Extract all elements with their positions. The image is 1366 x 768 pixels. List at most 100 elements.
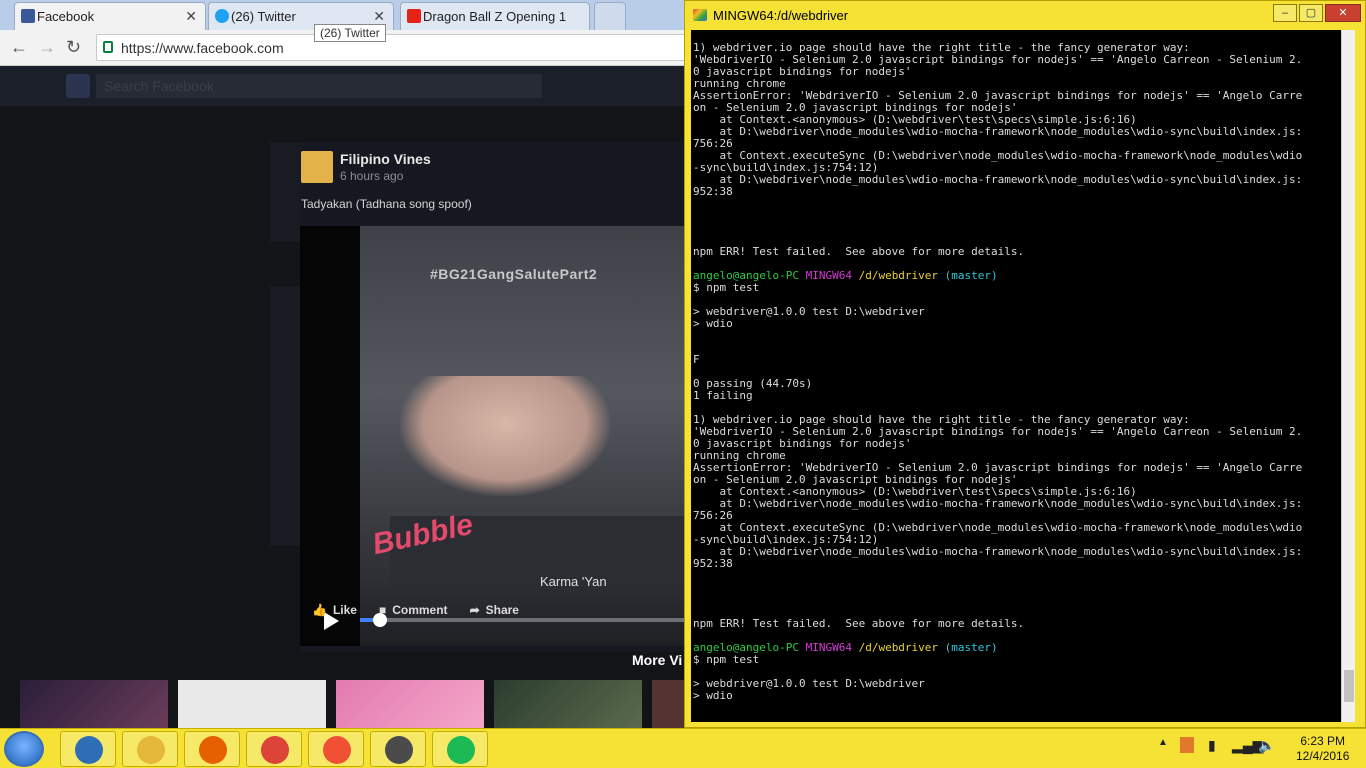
terminal-prompt: angelo@angelo-PC MINGW64 /d/webdriver (m… [693, 642, 1302, 654]
forward-arrow-icon[interactable]: → [38, 37, 56, 58]
scrollbar[interactable] [1341, 30, 1355, 722]
video-thumbnail[interactable] [652, 680, 684, 728]
terminal-line: $ npm test [693, 653, 760, 666]
video-frame: #BG21GangSalutePart2 Bubble Karma 'Yan [360, 226, 684, 646]
like-button[interactable]: 👍 Like [312, 600, 357, 620]
taskbar-firefox[interactable] [184, 731, 240, 767]
prompt-path: /d/webdriver [851, 269, 939, 282]
device-icon[interactable]: ▮ [1208, 737, 1216, 754]
close-icon[interactable]: ✕ [373, 8, 385, 25]
close-button[interactable]: ✕ [1325, 4, 1361, 22]
terminal-line: npm ERR! Test failed. See above for more… [693, 245, 1025, 258]
comment-label: Comment [392, 603, 448, 617]
reload-icon[interactable]: ↻ [66, 37, 81, 58]
terminal-line: 952:38 [693, 185, 733, 198]
terminal-line: F [693, 353, 700, 366]
prompt-shell: MINGW64 [798, 269, 852, 282]
comment-icon: ■ [378, 603, 387, 617]
terminal-line: > webdriver@1.0.0 test D:\webdriver [693, 677, 925, 690]
video-hashtag: #BG21GangSalutePart2 [430, 266, 598, 282]
more-videos-heading: More Vi [632, 652, 683, 668]
comment-button[interactable]: ■ Comment [379, 600, 448, 620]
share-label: Share [485, 603, 519, 617]
post-caption: Tadyakan (Tadhana song spoof) [301, 197, 472, 211]
facebook-page: Search Facebook Filipino Vines 6 hours a… [0, 66, 684, 728]
more-videos-row [0, 680, 684, 728]
tab-title: Dragon Ball Z Opening 1 [423, 9, 567, 24]
terminal-lines: 1) webdriver.io page should have the rig… [693, 42, 1302, 702]
scrollbar-thumb[interactable] [1344, 670, 1354, 702]
folder-icon [137, 736, 165, 764]
terminal-titlebar[interactable]: MINGW64:/d/webdriver – ▢ ✕ [685, 1, 1365, 30]
youtube-icon [407, 9, 421, 23]
page-name[interactable]: Filipino Vines [340, 151, 431, 167]
terminal-line: $ npm test [693, 281, 760, 294]
terminal-line: at D:\webdriver\node_modules\wdio-mocha-… [693, 545, 1303, 558]
address-bar[interactable]: https://www.facebook.com [96, 34, 686, 61]
back-arrow-icon[interactable]: ← [10, 37, 28, 58]
git-icon [323, 736, 351, 764]
prompt-path: /d/webdriver [851, 641, 939, 654]
tab-facebook[interactable]: Facebook ✕ [14, 2, 206, 30]
feed-card [270, 286, 304, 546]
facebook-logo-icon[interactable] [66, 74, 90, 98]
git-bash-icon [693, 9, 707, 21]
video-thumbnail[interactable] [494, 680, 642, 728]
terminal-line: > webdriver@1.0.0 test D:\webdriver [693, 305, 925, 318]
terminal-line: at D:\webdriver\node_modules\wdio-mocha-… [693, 125, 1303, 138]
browser-window: Facebook ✕ (26) Twitter ✕ Dragon Ball Z … [0, 0, 686, 66]
taskbar-git-bash[interactable] [308, 731, 364, 767]
video-hand-image [400, 376, 610, 496]
page-avatar[interactable] [301, 151, 333, 183]
taskbar-explorer[interactable] [122, 731, 178, 767]
firefox-icon [199, 736, 227, 764]
video-thumbnail[interactable] [20, 680, 168, 728]
video-player[interactable]: #BG21GangSalutePart2 Bubble Karma 'Yan [300, 226, 684, 646]
share-button[interactable]: ➦ Share [470, 600, 519, 620]
terminal-line: npm ERR! Test failed. See above for more… [693, 617, 1025, 630]
facebook-header: Search Facebook [0, 66, 684, 106]
prompt-shell: MINGW64 [798, 641, 852, 654]
tab-youtube[interactable]: Dragon Ball Z Opening 1 [400, 2, 590, 30]
new-tab-button[interactable] [594, 2, 626, 30]
close-icon[interactable]: ✕ [185, 8, 197, 25]
like-label: Like [332, 603, 357, 617]
post-actions: 👍 Like ■ Comment ➦ Share [312, 600, 519, 620]
tab-title: (26) Twitter [231, 9, 296, 24]
post-timestamp[interactable]: 6 hours ago [340, 169, 403, 183]
spotify-icon [447, 736, 475, 764]
thumbs-up-icon: 👍 [312, 603, 327, 617]
terminal-line: > wdio [693, 689, 733, 702]
system-clock[interactable]: 6:23 PM 12/4/2016 [1296, 734, 1349, 764]
url-text: https://www.facebook.com [121, 40, 284, 56]
taskbar-spotify[interactable] [432, 731, 488, 767]
taskbar-chrome[interactable] [246, 731, 302, 767]
twitter-icon [215, 9, 229, 23]
taskbar-sublime-text[interactable] [370, 731, 426, 767]
app-tray-icon[interactable] [1180, 737, 1194, 753]
search-input[interactable]: Search Facebook [96, 74, 542, 98]
terminal-line: 0 passing (44.70s) [693, 377, 813, 390]
terminal-line: 1 failing [693, 389, 753, 402]
video-thumbnail[interactable] [178, 680, 326, 728]
minimize-button[interactable]: – [1273, 4, 1297, 22]
prompt-branch: (master) [938, 269, 998, 282]
video-thumbnail[interactable] [336, 680, 484, 728]
tab-tooltip: (26) Twitter [314, 24, 386, 42]
volume-icon[interactable]: 🔈 [1258, 737, 1275, 754]
terminal-output[interactable]: 1) webdriver.io page should have the rig… [691, 30, 1355, 722]
video-lightbox: Filipino Vines 6 hours ago Tadyakan (Tad… [300, 142, 684, 652]
terminal-window: MINGW64:/d/webdriver – ▢ ✕ 1) webdriver.… [684, 0, 1366, 728]
taskbar: ▲ ▮ ▂▄▆ 🔈 6:23 PM 12/4/2016 [0, 728, 1366, 768]
start-button[interactable] [4, 731, 44, 767]
clock-time: 6:23 PM [1300, 734, 1346, 748]
chevron-up-icon[interactable]: ▲ [1158, 737, 1168, 748]
taskbar-file-manager[interactable] [60, 731, 116, 767]
maximize-button[interactable]: ▢ [1299, 4, 1323, 22]
share-icon: ➦ [469, 603, 480, 617]
sublime-icon [385, 736, 413, 764]
